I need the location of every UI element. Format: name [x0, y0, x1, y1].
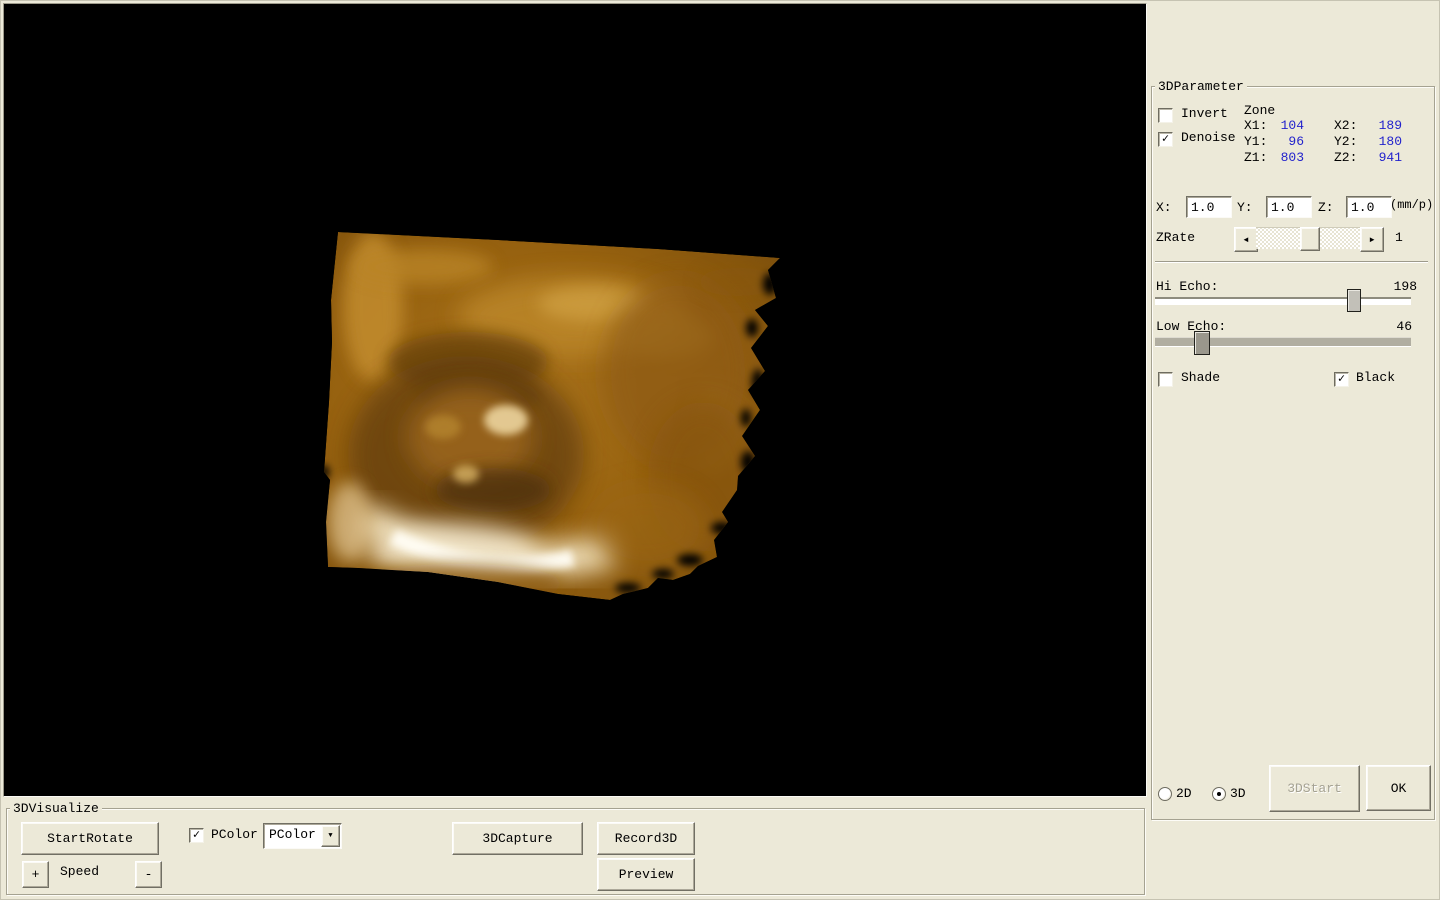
mode-3d-radio[interactable]	[1212, 787, 1226, 801]
hi-echo-label: Hi Echo:	[1156, 279, 1218, 294]
scale-y-field[interactable]	[1266, 196, 1312, 218]
low-echo-label: Low Echo:	[1156, 319, 1226, 334]
zone-x2-value: 189	[1370, 118, 1402, 133]
check-icon: ✓	[1162, 134, 1169, 144]
app-window: 3DParameter Invert ✓ Denoise Zone X1: 10…	[0, 0, 1440, 900]
scale-z-field[interactable]	[1346, 196, 1392, 218]
low-echo-slider-thumb[interactable]	[1194, 331, 1210, 355]
visualize-group-title: 3DVisualize	[10, 801, 102, 816]
invert-label: Invert	[1181, 106, 1228, 121]
zone-z2-value: 941	[1370, 150, 1402, 165]
scale-x-label: X:	[1156, 200, 1172, 215]
denoise-checkbox[interactable]: ✓	[1158, 132, 1173, 147]
zone-z2-label: Z2:	[1334, 150, 1357, 165]
zone-y2-label: Y2:	[1334, 134, 1357, 149]
zrate-scroll-left-button[interactable]: ◄	[1234, 227, 1258, 252]
render-viewport[interactable]	[3, 3, 1147, 797]
black-label: Black	[1356, 370, 1395, 385]
hi-echo-slider-thumb[interactable]	[1347, 289, 1361, 312]
ultrasound-3d-render	[318, 222, 798, 612]
section-divider	[1155, 261, 1428, 263]
speed-plus-button[interactable]: +	[22, 861, 49, 888]
chevron-down-icon: ▼	[328, 832, 332, 840]
black-checkbox[interactable]: ✓	[1334, 372, 1349, 387]
start-3d-button[interactable]: 3DStart	[1269, 765, 1360, 812]
low-echo-value: 46	[1370, 319, 1412, 334]
zone-z1-label: Z1:	[1244, 150, 1267, 165]
zrate-label: ZRate	[1156, 230, 1195, 245]
mode-2d-label: 2D	[1176, 786, 1192, 801]
pcolor-checkbox[interactable]: ✓	[189, 828, 204, 843]
hi-echo-value: 198	[1370, 279, 1417, 294]
zrate-scroll-right-button[interactable]: ►	[1360, 227, 1384, 252]
capture-3d-button[interactable]: 3DCapture	[452, 822, 583, 855]
speed-minus-button[interactable]: -	[135, 861, 162, 888]
preview-button[interactable]: Preview	[597, 858, 695, 891]
zrate-value: 1	[1395, 230, 1403, 245]
record-3d-button[interactable]: Record3D	[597, 822, 695, 855]
zone-x1-label: X1:	[1244, 118, 1267, 133]
shade-label: Shade	[1181, 370, 1220, 385]
scale-unit-label: (mm/p)	[1390, 198, 1433, 212]
scale-x-field[interactable]	[1186, 196, 1232, 218]
start-rotate-button[interactable]: StartRotate	[21, 822, 159, 855]
ok-button[interactable]: OK	[1366, 765, 1431, 811]
denoise-label: Denoise	[1181, 130, 1236, 145]
pcolor-dropdown-button[interactable]: ▼	[321, 825, 340, 847]
scroll-left-icon: ◄	[1244, 236, 1249, 245]
parameter-group-title: 3DParameter	[1155, 79, 1247, 94]
zone-title: Zone	[1244, 103, 1275, 118]
mode-2d-radio[interactable]	[1158, 787, 1172, 801]
radio-dot	[1217, 792, 1221, 796]
pcolor-label: PColor	[211, 827, 258, 842]
pcolor-dropdown[interactable]: PColor ▼	[263, 823, 342, 849]
shade-checkbox[interactable]	[1158, 372, 1173, 387]
zone-x2-label: X2:	[1334, 118, 1357, 133]
scale-z-label: Z:	[1318, 200, 1334, 215]
pcolor-dropdown-value: PColor	[269, 827, 316, 842]
zone-y1-value: 96	[1272, 134, 1304, 149]
scale-y-label: Y:	[1237, 200, 1253, 215]
zone-y1-label: Y1:	[1244, 134, 1267, 149]
check-icon: ✓	[1338, 374, 1345, 384]
zrate-scroll-thumb[interactable]	[1300, 227, 1320, 251]
zone-z1-value: 803	[1272, 150, 1304, 165]
invert-checkbox[interactable]	[1158, 108, 1173, 123]
speed-label: Speed	[60, 864, 99, 879]
check-icon: ✓	[193, 830, 200, 840]
zone-y2-value: 180	[1370, 134, 1402, 149]
hi-echo-slider-track[interactable]	[1155, 297, 1411, 305]
zone-x1-value: 104	[1272, 118, 1304, 133]
scroll-right-icon: ►	[1370, 236, 1375, 245]
mode-3d-label: 3D	[1230, 786, 1246, 801]
